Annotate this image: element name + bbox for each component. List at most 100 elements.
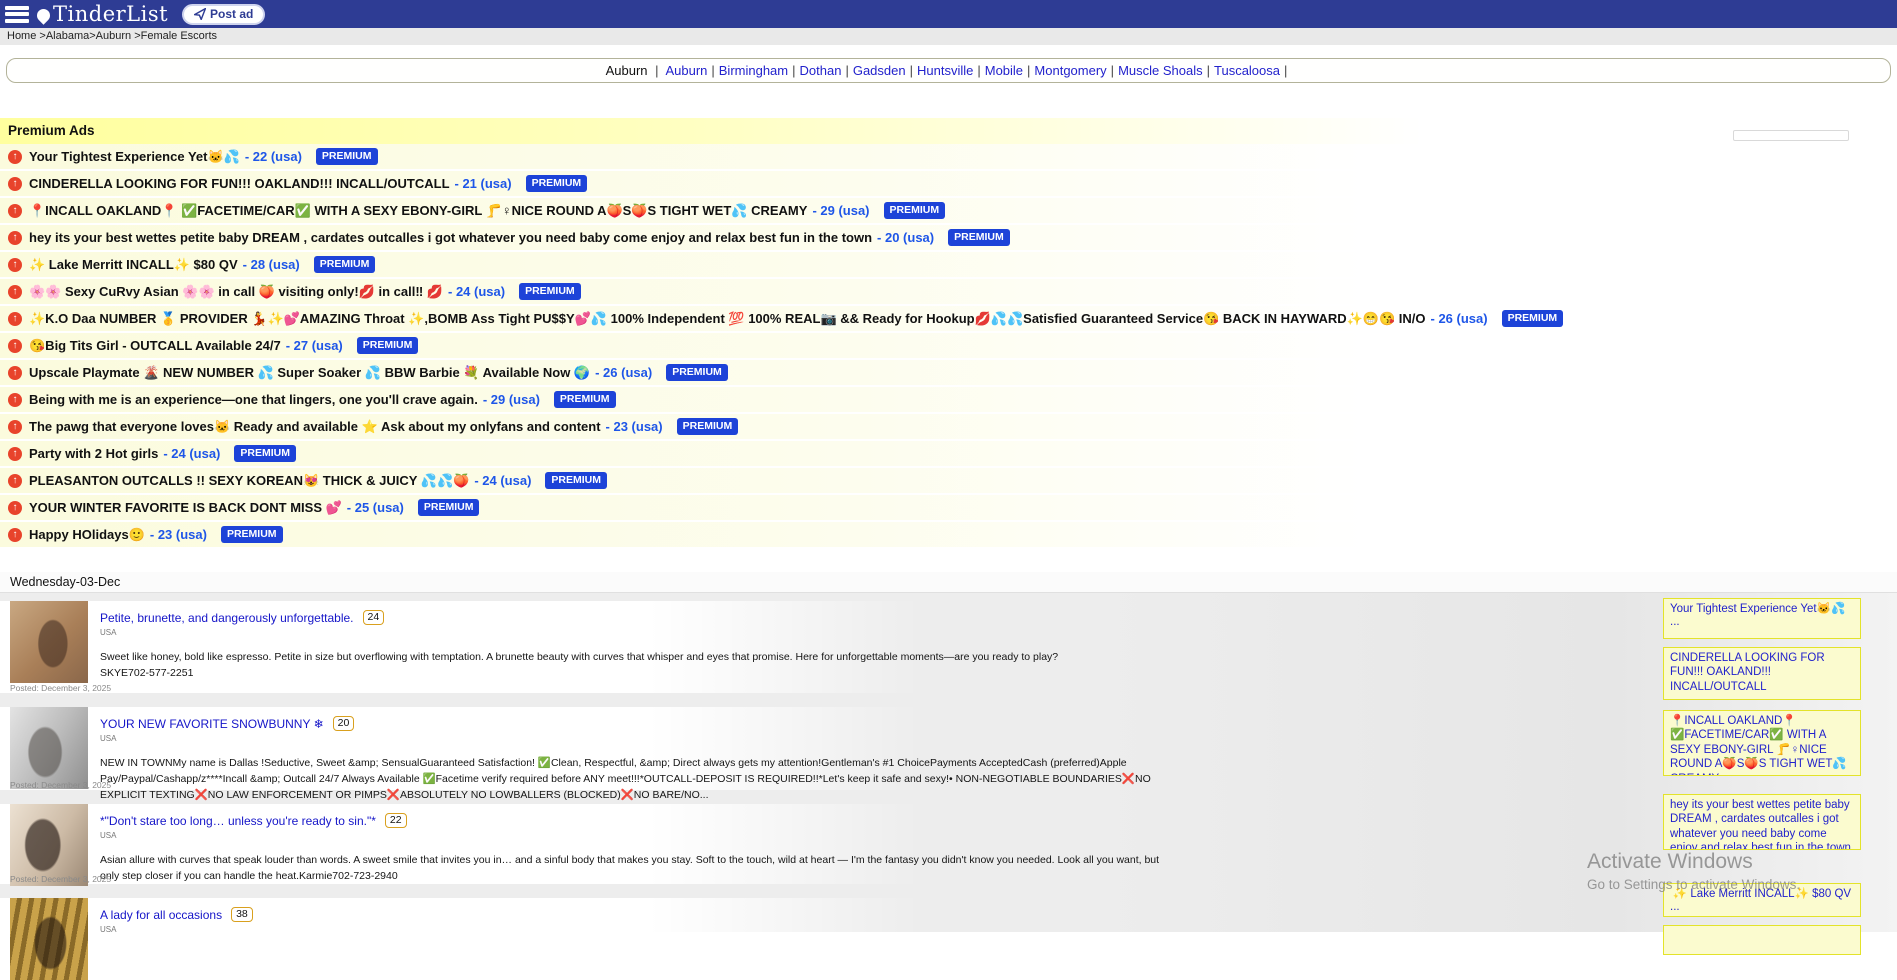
sidebar-premium-ad[interactable]: ✨ Lake Merritt INCALL✨ $80 QV ...: [1663, 883, 1861, 917]
posted-date: Posted: December 3, 2025: [10, 683, 111, 693]
listing-body: A lady for all occasions 38 USA: [100, 898, 1180, 934]
premium-badge: PREMIUM: [234, 445, 296, 462]
city-link[interactable]: Mobile: [985, 63, 1023, 78]
premium-badge: PREMIUM: [677, 418, 739, 435]
listing-body: *"Don't stare too long… unless you're re…: [100, 804, 1180, 885]
premium-badge: PREMIUM: [314, 256, 376, 273]
premium-badge: PREMIUM: [554, 391, 616, 408]
premium-badge: PREMIUM: [545, 472, 607, 489]
premium-ad-title[interactable]: Your Tightest Experience Yet🐱💦: [29, 149, 240, 165]
premium-badge: PREMIUM: [418, 499, 480, 516]
premium-ad-row[interactable]: YOUR WINTER FAVORITE IS BACK DONT MISS 💕…: [0, 495, 1897, 520]
premium-ad-row[interactable]: Your Tightest Experience Yet🐱💦 - 22 (usa…: [0, 144, 1897, 169]
upvote-icon: [8, 258, 22, 272]
sidebar-ad-title[interactable]: ✨ Lake Merritt INCALL✨ $80 QV: [1670, 887, 1854, 901]
premium-ad-row[interactable]: ✨K.O Daa NUMBER 🥇 PROVIDER 💃✨💕AMAZING Th…: [0, 306, 1897, 331]
upvote-icon: [8, 231, 22, 245]
premium-ad-title[interactable]: CINDERELLA LOOKING FOR FUN!!! OAKLAND!!!…: [29, 176, 450, 191]
premium-badge: PREMIUM: [519, 283, 581, 300]
listing-thumbnail[interactable]: [10, 707, 88, 789]
premium-ad-row[interactable]: Happy HOlidays🙂 - 23 (usa) PREMIUM: [0, 522, 1897, 547]
post-ad-button[interactable]: Post ad: [182, 4, 265, 25]
premium-ad-title[interactable]: Party with 2 Hot girls: [29, 446, 158, 461]
premium-ad-title[interactable]: PLEASANTON OUTCALLS !! SEXY KOREAN😻 THIC…: [29, 473, 469, 489]
premium-ad-title[interactable]: Being with me is an experience—one that …: [29, 392, 478, 407]
premium-ad-age: - 20 (usa): [877, 230, 934, 245]
listing-country: USA: [100, 925, 1180, 934]
premium-badge: PREMIUM: [948, 229, 1010, 246]
brand-logo[interactable]: TinderList: [37, 2, 168, 26]
posted-date: Posted: December 3, 2025: [10, 874, 111, 884]
premium-ad-row[interactable]: PLEASANTON OUTCALLS !! SEXY KOREAN😻 THIC…: [0, 468, 1897, 493]
city-separator: |: [1111, 63, 1114, 78]
premium-ad-title[interactable]: ✨K.O Daa NUMBER 🥇 PROVIDER 💃✨💕AMAZING Th…: [29, 311, 1426, 327]
city-separator: |: [910, 63, 913, 78]
top-nav-bar: TinderList Post ad: [0, 0, 1897, 28]
premium-ad-title[interactable]: Upscale Playmate 🌋 NEW NUMBER 💦 Super So…: [29, 365, 590, 381]
listing-title-link[interactable]: *"Don't stare too long… unless you're re…: [100, 814, 376, 828]
city-separator: |: [845, 63, 848, 78]
premium-ad-row[interactable]: 🌸🌸 Sexy CuRvy Asian 🌸🌸 in call 🍑 visitin…: [0, 279, 1897, 304]
city-link[interactable]: Auburn: [665, 63, 707, 78]
premium-ad-row[interactable]: ✨ Lake Merritt INCALL✨ $80 QV - 28 (usa)…: [0, 252, 1897, 277]
city-link[interactable]: Tuscaloosa: [1214, 63, 1280, 78]
sidebar-ad-title[interactable]: hey its your best wettes petite baby DRE…: [1670, 798, 1854, 850]
sidebar-premium-ad[interactable]: Your Tightest Experience Yet🐱💦 ...: [1663, 598, 1861, 639]
upvote-icon: [8, 204, 22, 218]
premium-ad-row[interactable]: CINDERELLA LOOKING FOR FUN!!! OAKLAND!!!…: [0, 171, 1897, 196]
premium-ad-age: - 23 (usa): [606, 419, 663, 434]
city-link[interactable]: Huntsville: [917, 63, 973, 78]
premium-ad-title[interactable]: Happy HOlidays🙂: [29, 527, 145, 543]
listing-title-link[interactable]: Petite, brunette, and dangerously unforg…: [100, 611, 354, 625]
sidebar-ad-title[interactable]: 📍INCALL OAKLAND📍 ✅FACETIME/CAR✅ WITH A S…: [1670, 714, 1854, 776]
premium-ad-row[interactable]: Being with me is an experience—one that …: [0, 387, 1897, 412]
premium-ad-row[interactable]: 📍INCALL OAKLAND📍 ✅FACETIME/CAR✅ WITH A S…: [0, 198, 1897, 223]
listing-title-link[interactable]: YOUR NEW FAVORITE SNOWBUNNY ❄: [100, 717, 324, 731]
city-separator: |: [1284, 63, 1287, 78]
premium-ad-title[interactable]: hey its your best wettes petite baby DRE…: [29, 230, 872, 245]
sidebar-premium-ad[interactable]: 📍INCALL OAKLAND📍 ✅FACETIME/CAR✅ WITH A S…: [1663, 710, 1861, 776]
city-link[interactable]: Montgomery: [1034, 63, 1106, 78]
flame-icon: [34, 6, 52, 24]
sidebar-premium-ad[interactable]: hey its your best wettes petite baby DRE…: [1663, 794, 1861, 850]
premium-ad-title[interactable]: 📍INCALL OAKLAND📍 ✅FACETIME/CAR✅ WITH A S…: [29, 203, 807, 219]
listing-description: NEW IN TOWNMy name is Dallas !Seductive,…: [100, 756, 1160, 803]
city-link-list: Auburn|Birmingham|Dothan|Gadsden|Huntsvi…: [665, 63, 1291, 78]
upvote-icon: [8, 528, 22, 542]
premium-ad-age: - 24 (usa): [163, 446, 220, 461]
sidebar-ad-ellipsis: ...: [1670, 616, 1854, 628]
premium-ad-age: - 21 (usa): [455, 176, 512, 191]
listing-title-link[interactable]: A lady for all occasions: [100, 908, 222, 922]
premium-ad-row[interactable]: Party with 2 Hot girls - 24 (usa) PREMIU…: [0, 441, 1897, 466]
premium-ad-row[interactable]: hey its your best wettes petite baby DRE…: [0, 225, 1897, 250]
date-header: Wednesday-03-Dec: [0, 572, 1897, 593]
listing-thumbnail[interactable]: [10, 601, 88, 683]
city-link[interactable]: Gadsden: [853, 63, 906, 78]
premium-ad-row[interactable]: The pawg that everyone loves🐱 Ready and …: [0, 414, 1897, 439]
sidebar-ad-title[interactable]: Your Tightest Experience Yet🐱💦: [1670, 602, 1854, 616]
premium-ad-title[interactable]: YOUR WINTER FAVORITE IS BACK DONT MISS 💕: [29, 500, 342, 516]
sidebar-premium-ad[interactable]: [1663, 925, 1861, 955]
city-link[interactable]: Birmingham: [719, 63, 788, 78]
premium-ad-title[interactable]: ✨ Lake Merritt INCALL✨ $80 QV: [29, 257, 238, 273]
city-link[interactable]: Dothan: [800, 63, 842, 78]
premium-ad-row[interactable]: Upscale Playmate 🌋 NEW NUMBER 💦 Super So…: [0, 360, 1897, 385]
breadcrumb[interactable]: Home >Alabama>Auburn >Female Escorts: [0, 28, 1897, 45]
premium-ad-title[interactable]: The pawg that everyone loves🐱 Ready and …: [29, 419, 601, 435]
sidebar-ad-title[interactable]: CINDERELLA LOOKING FOR FUN!!! OAKLAND!!!…: [1670, 651, 1854, 694]
age-badge: 24: [363, 610, 385, 625]
listing-description: Sweet like honey, bold like espresso. Pe…: [100, 650, 1160, 666]
premium-ad-title[interactable]: 😘Big Tits Girl - OUTCALL Available 24/7: [29, 338, 281, 354]
premium-ad-title[interactable]: 🌸🌸 Sexy CuRvy Asian 🌸🌸 in call 🍑 visitin…: [29, 284, 443, 300]
city-separator: |: [792, 63, 795, 78]
premium-ad-row[interactable]: 😘Big Tits Girl - OUTCALL Available 24/7 …: [0, 333, 1897, 358]
paper-plane-icon: [194, 8, 206, 20]
menu-icon[interactable]: [5, 6, 29, 23]
city-separator: |: [711, 63, 714, 78]
premium-badge: PREMIUM: [221, 526, 283, 543]
city-link[interactable]: Muscle Shoals: [1118, 63, 1203, 78]
premium-ad-age: - 29 (usa): [812, 203, 869, 218]
listing-thumbnail[interactable]: [10, 898, 88, 980]
premium-ads-title: Premium Ads: [0, 118, 1897, 144]
sidebar-premium-ad[interactable]: CINDERELLA LOOKING FOR FUN!!! OAKLAND!!!…: [1663, 647, 1861, 700]
